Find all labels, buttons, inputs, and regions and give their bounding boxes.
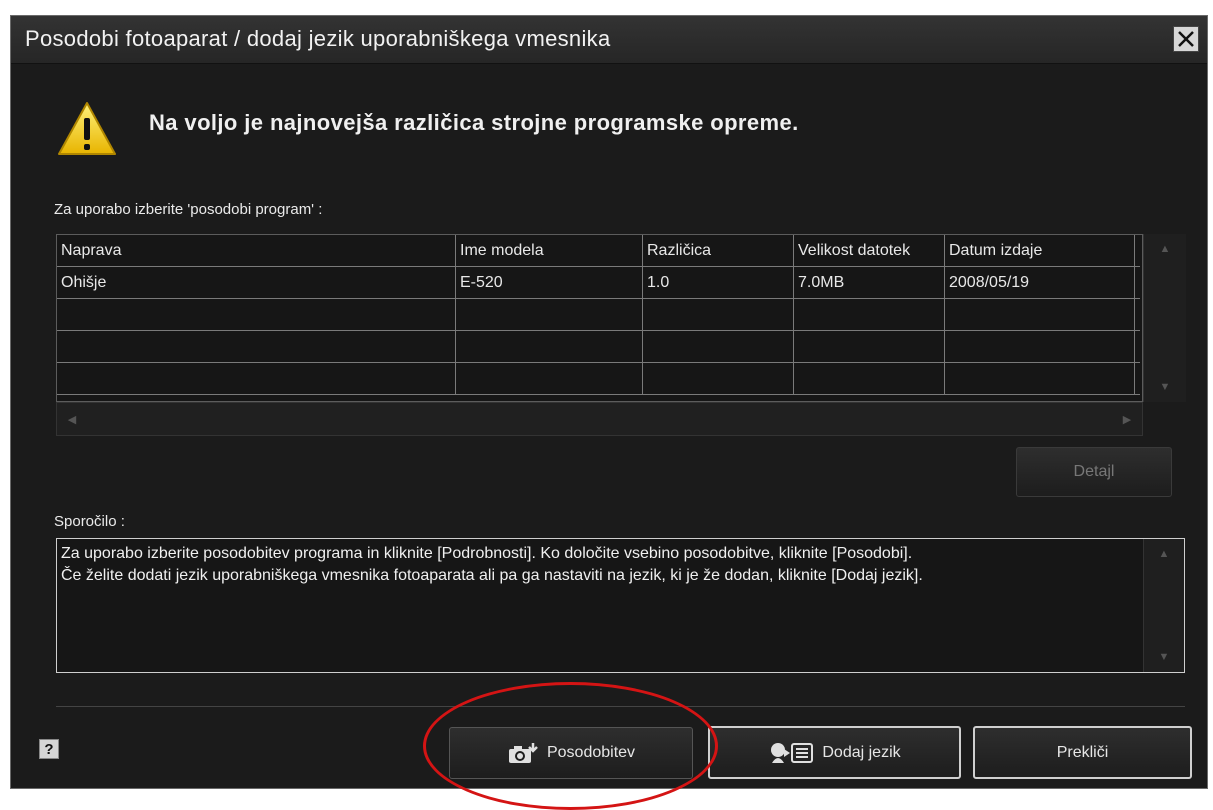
table-cell: [643, 331, 794, 362]
table-row[interactable]: Ohišje E-520 1.0 7.0MB 2008/05/19: [57, 267, 1140, 299]
table-cell: [945, 363, 1135, 394]
table-cell: [456, 331, 643, 362]
separator: [56, 706, 1185, 707]
table-cell: [643, 363, 794, 394]
message-text: Za uporabo izberite posodobitev programa…: [61, 543, 1141, 587]
table-header-row: Naprava Ime modela Različica Velikost da…: [57, 235, 1140, 267]
table-cell: [57, 363, 456, 394]
title-bar: Posodobi fotoaparat / dodaj jezik uporab…: [11, 16, 1207, 64]
cancel-button[interactable]: Prekliči: [973, 726, 1192, 779]
scroll-up-icon[interactable]: ▲: [1144, 539, 1184, 569]
table-cell: 1.0: [643, 267, 794, 298]
column-header[interactable]: Naprava: [57, 235, 456, 266]
message-box: Za uporabo izberite posodobitev programa…: [56, 538, 1185, 673]
table-cell: [945, 299, 1135, 330]
message-line: Za uporabo izberite posodobitev programa…: [61, 545, 913, 562]
scroll-down-icon[interactable]: ▼: [1144, 642, 1184, 672]
message-label: Sporočilo :: [54, 513, 125, 530]
column-header[interactable]: Ime modela: [456, 235, 643, 266]
column-header[interactable]: Različica: [643, 235, 794, 266]
window-title: Posodobi fotoaparat / dodaj jezik uporab…: [25, 26, 611, 51]
close-button[interactable]: [1173, 26, 1199, 52]
table-cell: E-520: [456, 267, 643, 298]
message-scrollbar[interactable]: ▲ ▼: [1143, 539, 1184, 672]
table-cell: [794, 363, 945, 394]
close-icon: [1178, 31, 1194, 47]
table-row[interactable]: [57, 299, 1140, 331]
warning-icon: [56, 100, 118, 163]
table-cell: [643, 299, 794, 330]
detail-button[interactable]: Detajl: [1016, 447, 1172, 497]
headline: Na voljo je najnovejša različica strojne…: [149, 110, 799, 135]
firmware-table: Naprava Ime modela Različica Velikost da…: [56, 234, 1143, 402]
scroll-down-icon[interactable]: ▼: [1144, 372, 1186, 402]
message-line: Če želite dodati jezik uporabniškega vme…: [61, 567, 923, 584]
table-row[interactable]: [57, 331, 1140, 363]
table-cell: [794, 299, 945, 330]
update-button-label: Posodobitev: [546, 744, 636, 761]
column-header[interactable]: Velikost datotek: [794, 235, 945, 266]
scroll-up-icon[interactable]: ▲: [1144, 234, 1186, 264]
table-cell: 7.0MB: [794, 267, 945, 298]
add-language-icon: [768, 741, 814, 765]
update-button[interactable]: Posodobitev: [449, 727, 693, 779]
table-cell: [57, 331, 456, 362]
scroll-left-icon[interactable]: ◀: [57, 403, 87, 435]
table-cell: [456, 299, 643, 330]
table-vertical-scrollbar[interactable]: ▲ ▼: [1143, 234, 1186, 402]
table-cell: [945, 331, 1135, 362]
column-header[interactable]: Datum izdaje: [945, 235, 1135, 266]
table-cell: 2008/05/19: [945, 267, 1135, 298]
table-cell: [456, 363, 643, 394]
table-cell: [794, 331, 945, 362]
add-language-button-label: Dodaj jezik: [822, 743, 901, 761]
help-button[interactable]: ?: [39, 739, 59, 759]
table-horizontal-scrollbar[interactable]: ◀ ▶: [56, 402, 1143, 436]
scroll-right-icon[interactable]: ▶: [1112, 403, 1142, 435]
select-prompt: Za uporabo izberite 'posodobi program' :: [54, 201, 323, 218]
camera-update-icon: [507, 741, 539, 765]
update-dialog: Posodobi fotoaparat / dodaj jezik uporab…: [10, 15, 1208, 789]
table-cell: Ohišje: [57, 267, 456, 298]
table-row[interactable]: [57, 363, 1140, 395]
add-language-button[interactable]: Dodaj jezik: [708, 726, 961, 779]
table-cell: [57, 299, 456, 330]
